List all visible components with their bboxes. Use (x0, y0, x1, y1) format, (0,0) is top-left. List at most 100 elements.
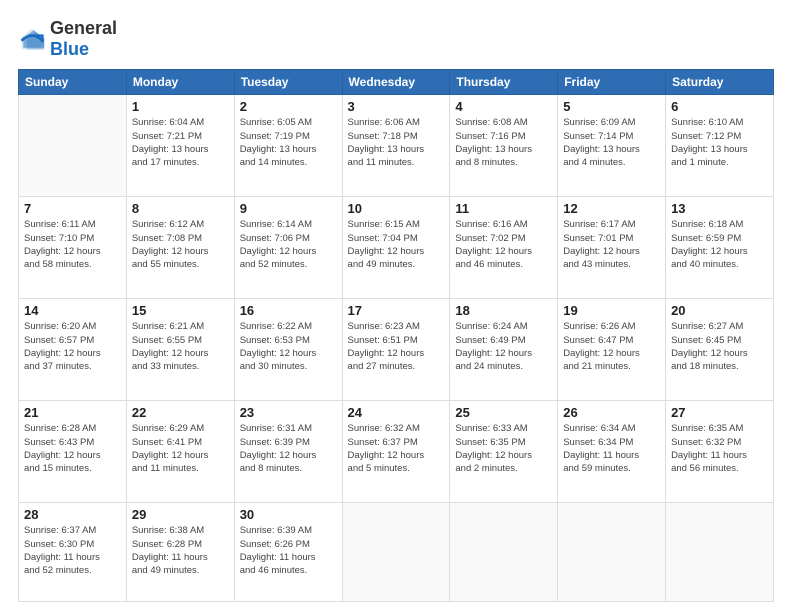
calendar-cell (450, 503, 558, 602)
day-info: Sunrise: 6:37 AM Sunset: 6:30 PM Dayligh… (24, 524, 121, 577)
calendar-cell: 6 Sunrise: 6:10 AM Sunset: 7:12 PM Daylig… (666, 95, 774, 197)
day-number: 2 (240, 99, 337, 114)
calendar-cell: 9 Sunrise: 6:14 AM Sunset: 7:06 PM Daylig… (234, 197, 342, 299)
calendar-cell: 19 Sunrise: 6:26 AM Sunset: 6:47 PM Dayli… (558, 299, 666, 401)
day-info: Sunrise: 6:21 AM Sunset: 6:55 PM Dayligh… (132, 320, 229, 373)
calendar-cell (342, 503, 450, 602)
day-number: 20 (671, 303, 768, 318)
day-number: 3 (348, 99, 445, 114)
calendar-cell (19, 95, 127, 197)
day-number: 13 (671, 201, 768, 216)
day-info: Sunrise: 6:15 AM Sunset: 7:04 PM Dayligh… (348, 218, 445, 271)
day-info: Sunrise: 6:06 AM Sunset: 7:18 PM Dayligh… (348, 116, 445, 169)
header: General Blue (18, 18, 774, 59)
calendar-cell: 20 Sunrise: 6:27 AM Sunset: 6:45 PM Dayli… (666, 299, 774, 401)
calendar-cell: 11Sunrise: 6:16 AM Sunset: 7:02 PM Dayli… (450, 197, 558, 299)
calendar-cell: 1 Sunrise: 6:04 AM Sunset: 7:21 PM Daylig… (126, 95, 234, 197)
calendar-cell: 18 Sunrise: 6:24 AM Sunset: 6:49 PM Dayli… (450, 299, 558, 401)
day-info: Sunrise: 6:14 AM Sunset: 7:06 PM Dayligh… (240, 218, 337, 271)
day-number: 16 (240, 303, 337, 318)
day-number: 23 (240, 405, 337, 420)
logo: General Blue (18, 18, 117, 59)
day-info: Sunrise: 6:20 AM Sunset: 6:57 PM Dayligh… (24, 320, 121, 373)
day-info: Sunrise: 6:10 AM Sunset: 7:12 PM Dayligh… (671, 116, 768, 169)
calendar-cell: 17 Sunrise: 6:23 AM Sunset: 6:51 PM Dayli… (342, 299, 450, 401)
day-info: Sunrise: 6:24 AM Sunset: 6:49 PM Dayligh… (455, 320, 552, 373)
calendar-cell: 26 Sunrise: 6:34 AM Sunset: 6:34 PM Dayli… (558, 401, 666, 503)
day-info: Sunrise: 6:05 AM Sunset: 7:19 PM Dayligh… (240, 116, 337, 169)
calendar-cell: 28 Sunrise: 6:37 AM Sunset: 6:30 PM Dayli… (19, 503, 127, 602)
page: General Blue SundayMondayTuesdayWednesda… (0, 0, 792, 612)
calendar-cell: 27Sunrise: 6:35 AM Sunset: 6:32 PM Dayli… (666, 401, 774, 503)
day-info: Sunrise: 6:17 AM Sunset: 7:01 PM Dayligh… (563, 218, 660, 271)
day-info: Sunrise: 6:39 AM Sunset: 6:26 PM Dayligh… (240, 524, 337, 577)
day-number: 10 (348, 201, 445, 216)
weekday-header-saturday: Saturday (666, 70, 774, 95)
calendar-cell: 23 Sunrise: 6:31 AM Sunset: 6:39 PM Dayli… (234, 401, 342, 503)
weekday-header-row: SundayMondayTuesdayWednesdayThursdayFrid… (19, 70, 774, 95)
day-info: Sunrise: 6:22 AM Sunset: 6:53 PM Dayligh… (240, 320, 337, 373)
calendar-cell: 14 Sunrise: 6:20 AM Sunset: 6:57 PM Dayli… (19, 299, 127, 401)
day-number: 28 (24, 507, 121, 522)
calendar-cell: 5Sunrise: 6:09 AM Sunset: 7:14 PM Daylig… (558, 95, 666, 197)
calendar-cell: 30 Sunrise: 6:39 AM Sunset: 6:26 PM Dayli… (234, 503, 342, 602)
day-info: Sunrise: 6:11 AM Sunset: 7:10 PM Dayligh… (24, 218, 121, 271)
calendar-cell (558, 503, 666, 602)
day-number: 24 (348, 405, 445, 420)
day-number: 26 (563, 405, 660, 420)
day-info: Sunrise: 6:26 AM Sunset: 6:47 PM Dayligh… (563, 320, 660, 373)
day-number: 9 (240, 201, 337, 216)
day-info: Sunrise: 6:32 AM Sunset: 6:37 PM Dayligh… (348, 422, 445, 475)
day-number: 14 (24, 303, 121, 318)
day-number: 30 (240, 507, 337, 522)
day-number: 21 (24, 405, 121, 420)
calendar-week-row: 28 Sunrise: 6:37 AM Sunset: 6:30 PM Dayli… (19, 503, 774, 602)
calendar-table: SundayMondayTuesdayWednesdayThursdayFrid… (18, 69, 774, 602)
day-info: Sunrise: 6:12 AM Sunset: 7:08 PM Dayligh… (132, 218, 229, 271)
calendar-week-row: 7 Sunrise: 6:11 AM Sunset: 7:10 PM Daylig… (19, 197, 774, 299)
day-number: 7 (24, 201, 121, 216)
day-info: Sunrise: 6:23 AM Sunset: 6:51 PM Dayligh… (348, 320, 445, 373)
calendar-cell: 15 Sunrise: 6:21 AM Sunset: 6:55 PM Dayli… (126, 299, 234, 401)
calendar-cell: 22 Sunrise: 6:29 AM Sunset: 6:41 PM Dayli… (126, 401, 234, 503)
day-info: Sunrise: 6:31 AM Sunset: 6:39 PM Dayligh… (240, 422, 337, 475)
day-number: 1 (132, 99, 229, 114)
calendar-week-row: 1 Sunrise: 6:04 AM Sunset: 7:21 PM Daylig… (19, 95, 774, 197)
calendar-cell: 7 Sunrise: 6:11 AM Sunset: 7:10 PM Daylig… (19, 197, 127, 299)
weekday-header-sunday: Sunday (19, 70, 127, 95)
day-number: 27 (671, 405, 768, 420)
day-number: 25 (455, 405, 552, 420)
day-info: Sunrise: 6:33 AM Sunset: 6:35 PM Dayligh… (455, 422, 552, 475)
day-info: Sunrise: 6:28 AM Sunset: 6:43 PM Dayligh… (24, 422, 121, 475)
calendar-cell: 3 Sunrise: 6:06 AM Sunset: 7:18 PM Daylig… (342, 95, 450, 197)
day-info: Sunrise: 6:08 AM Sunset: 7:16 PM Dayligh… (455, 116, 552, 169)
day-info: Sunrise: 6:38 AM Sunset: 6:28 PM Dayligh… (132, 524, 229, 577)
day-number: 19 (563, 303, 660, 318)
day-number: 17 (348, 303, 445, 318)
calendar-cell: 12 Sunrise: 6:17 AM Sunset: 7:01 PM Dayli… (558, 197, 666, 299)
day-info: Sunrise: 6:16 AM Sunset: 7:02 PM Dayligh… (455, 218, 552, 271)
day-number: 22 (132, 405, 229, 420)
calendar-week-row: 14 Sunrise: 6:20 AM Sunset: 6:57 PM Dayli… (19, 299, 774, 401)
logo-general: General (50, 18, 117, 38)
calendar-cell: 13Sunrise: 6:18 AM Sunset: 6:59 PM Dayli… (666, 197, 774, 299)
calendar-cell: 21 Sunrise: 6:28 AM Sunset: 6:43 PM Dayli… (19, 401, 127, 503)
calendar-cell: 8Sunrise: 6:12 AM Sunset: 7:08 PM Daylig… (126, 197, 234, 299)
day-info: Sunrise: 6:29 AM Sunset: 6:41 PM Dayligh… (132, 422, 229, 475)
logo-text: General Blue (50, 18, 117, 59)
day-info: Sunrise: 6:27 AM Sunset: 6:45 PM Dayligh… (671, 320, 768, 373)
calendar-cell: 24 Sunrise: 6:32 AM Sunset: 6:37 PM Dayli… (342, 401, 450, 503)
calendar-cell: 29 Sunrise: 6:38 AM Sunset: 6:28 PM Dayli… (126, 503, 234, 602)
weekday-header-wednesday: Wednesday (342, 70, 450, 95)
day-number: 12 (563, 201, 660, 216)
logo-blue: Blue (50, 39, 89, 59)
day-number: 15 (132, 303, 229, 318)
day-info: Sunrise: 6:04 AM Sunset: 7:21 PM Dayligh… (132, 116, 229, 169)
day-number: 4 (455, 99, 552, 114)
day-number: 6 (671, 99, 768, 114)
calendar-cell: 16 Sunrise: 6:22 AM Sunset: 6:53 PM Dayli… (234, 299, 342, 401)
day-number: 18 (455, 303, 552, 318)
day-info: Sunrise: 6:34 AM Sunset: 6:34 PM Dayligh… (563, 422, 660, 475)
day-number: 29 (132, 507, 229, 522)
calendar-cell: 10 Sunrise: 6:15 AM Sunset: 7:04 PM Dayli… (342, 197, 450, 299)
